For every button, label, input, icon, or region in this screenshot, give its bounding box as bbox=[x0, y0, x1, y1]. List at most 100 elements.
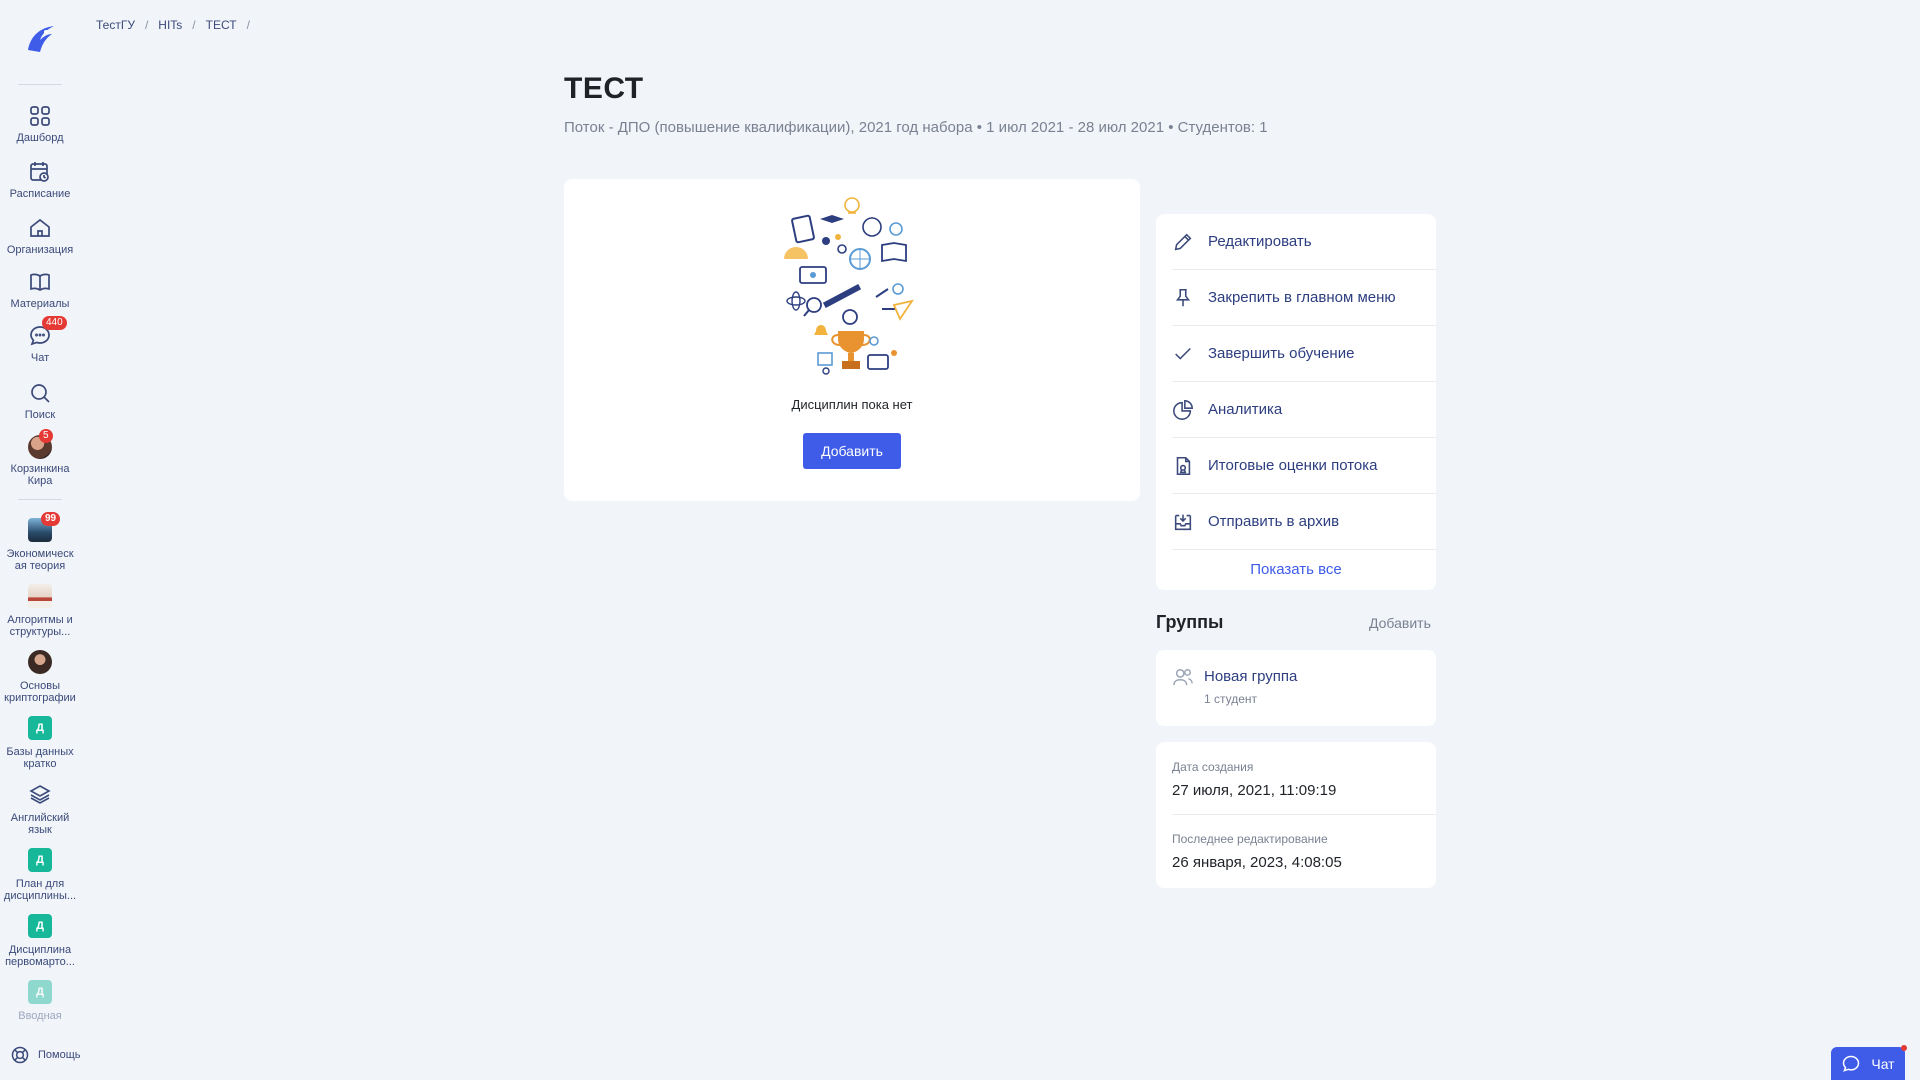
course-label-line1: План для bbox=[15, 878, 65, 890]
course-thumbnail bbox=[28, 650, 52, 674]
course-label-line2: первомарто... bbox=[5, 956, 75, 968]
calendar-clock-icon bbox=[28, 160, 52, 184]
course-label-line1: Вводная bbox=[18, 1010, 62, 1022]
action-pin[interactable]: Закрепить в главном меню bbox=[1172, 270, 1436, 326]
nav-search[interactable]: Поиск bbox=[0, 381, 80, 421]
archive-icon bbox=[1174, 514, 1192, 530]
action-label: Аналитика bbox=[1208, 401, 1283, 418]
course-intro[interactable]: Д Вводная bbox=[0, 980, 80, 1022]
user-name-line2: Кира bbox=[27, 475, 53, 487]
user-name-line1: Корзинкина bbox=[10, 463, 70, 475]
course-label-line1: Алгоритмы и bbox=[7, 614, 73, 626]
nav-schedule[interactable]: Расписание bbox=[0, 160, 80, 200]
course-discipline-plan[interactable]: Д План для дисциплины... bbox=[0, 848, 80, 902]
lifebuoy-icon bbox=[11, 1046, 29, 1064]
course-label-line1: Базы данных bbox=[6, 746, 74, 758]
help-link[interactable]: Помощь bbox=[10, 1045, 81, 1065]
action-analytics[interactable]: Аналитика bbox=[1172, 382, 1436, 438]
nav-label: Чат bbox=[30, 352, 50, 364]
course-label-line2: кратко bbox=[23, 758, 57, 770]
nav-materials[interactable]: Материалы bbox=[0, 270, 80, 310]
layers-icon bbox=[28, 782, 52, 806]
course-thumbnail-letter: Д bbox=[28, 716, 52, 740]
stream-details: Поток - ДПО (повышение квалификации), 20… bbox=[564, 119, 1268, 136]
course-thumbnail-letter: Д bbox=[28, 980, 52, 1004]
nav-dashboard[interactable]: Дашборд bbox=[0, 104, 80, 144]
sidebar: Дашборд Расписание Организация Материалы… bbox=[0, 0, 81, 1080]
course-unread-badge: 99 bbox=[41, 512, 61, 526]
course-label-line2: дисциплины... bbox=[3, 890, 77, 902]
course-label-line2: структуры... bbox=[9, 626, 71, 638]
check-icon bbox=[1175, 347, 1191, 360]
course-databases[interactable]: Д Базы данных кратко bbox=[0, 716, 80, 770]
action-finish-training[interactable]: Завершить обучение bbox=[1172, 326, 1436, 382]
chat-widget-label: Чат bbox=[1871, 1055, 1895, 1072]
course-label-line1: Экономическ bbox=[6, 548, 74, 560]
breadcrumb-item[interactable]: ТестГУ bbox=[96, 18, 135, 32]
course-label-line1: Основы bbox=[20, 680, 60, 692]
info-divider bbox=[1172, 814, 1436, 815]
show-all-link[interactable]: Показать все bbox=[1156, 550, 1436, 590]
course-thumbnail-letter: Д bbox=[28, 848, 52, 872]
search-icon bbox=[28, 381, 52, 405]
course-label-line2: язык bbox=[28, 824, 52, 836]
breadcrumb-separator: / bbox=[246, 18, 250, 32]
course-cryptography[interactable]: Основы криптографии bbox=[0, 650, 80, 704]
group-student-count: 1 студент bbox=[1204, 692, 1258, 706]
empty-disciplines-message: Дисциплин пока нет bbox=[791, 397, 913, 412]
action-label: Завершить обучение bbox=[1208, 345, 1355, 362]
add-group-link[interactable]: Добавить bbox=[1369, 615, 1431, 631]
help-label: Помощь bbox=[38, 1049, 81, 1061]
education-illustration bbox=[782, 193, 922, 377]
action-edit[interactable]: Редактировать bbox=[1172, 214, 1436, 270]
course-english[interactable]: Английский язык bbox=[0, 782, 80, 836]
group-name[interactable]: Новая группа bbox=[1204, 668, 1297, 685]
stream-info-card: Дата создания 27 июля, 2021, 11:09:19 По… bbox=[1156, 742, 1436, 888]
course-algorithms[interactable]: Алгоритмы и структуры... bbox=[0, 584, 80, 638]
nav-chat[interactable]: 440 Чат bbox=[0, 316, 80, 364]
breadcrumb-separator: / bbox=[144, 18, 149, 32]
nav-label: Организация bbox=[6, 244, 74, 256]
action-final-grades[interactable]: Итоговые оценки потока bbox=[1172, 438, 1436, 494]
course-label-line2: криптографии bbox=[4, 692, 76, 704]
sidebar-divider bbox=[18, 499, 62, 500]
breadcrumb-item[interactable]: HITs bbox=[158, 18, 182, 32]
add-discipline-button[interactable]: Добавить bbox=[803, 433, 901, 469]
nav-label: Материалы bbox=[10, 298, 70, 310]
chat-icon bbox=[1843, 1055, 1860, 1072]
nav-user-profile[interactable]: 5 Корзинкина Кира bbox=[0, 429, 80, 487]
breadcrumb: ТестГУ / HITs / ТЕСТ / bbox=[96, 18, 250, 32]
chat-icon: 440 bbox=[28, 316, 67, 348]
breadcrumb-separator: / bbox=[192, 18, 196, 32]
course-label-line1: Дисциплина bbox=[8, 944, 72, 956]
sidebar-divider bbox=[18, 84, 62, 85]
edited-date: Последнее редактирование 26 января, 2023… bbox=[1172, 832, 1436, 871]
course-label-line2: ая теория bbox=[14, 560, 66, 572]
nav-organization[interactable]: Организация bbox=[0, 216, 80, 256]
nav-label: Поиск bbox=[24, 409, 56, 421]
course-first-march[interactable]: Д Дисциплина первомарто... bbox=[0, 914, 80, 968]
course-thumbnail-letter: Д bbox=[28, 914, 52, 938]
group-card[interactable]: Новая группа 1 студент bbox=[1156, 650, 1436, 726]
pencil-icon bbox=[1174, 233, 1192, 250]
page-title: ТЕСТ bbox=[564, 72, 644, 105]
grade-document-icon bbox=[1176, 456, 1191, 475]
user-notification-badge: 5 bbox=[39, 429, 53, 443]
disciplines-card: Дисциплин пока нет Добавить bbox=[564, 179, 1140, 501]
course-thumbnail: 99 bbox=[28, 512, 61, 542]
course-economics[interactable]: 99 Экономическ ая теория bbox=[0, 512, 80, 572]
created-date: Дата создания 27 июля, 2021, 11:09:19 bbox=[1172, 760, 1436, 799]
nav-label: Расписание bbox=[9, 188, 71, 200]
edited-value: 26 января, 2023, 4:08:05 bbox=[1172, 854, 1342, 871]
university-logo-icon[interactable] bbox=[20, 18, 60, 58]
nav-label: Дашборд bbox=[16, 132, 64, 144]
course-label-line1: Английский bbox=[10, 812, 70, 824]
chat-widget-button[interactable]: Чат bbox=[1831, 1045, 1907, 1080]
action-archive[interactable]: Отправить в архив bbox=[1172, 494, 1436, 550]
action-label: Отправить в архив bbox=[1208, 513, 1340, 530]
actions-panel: Редактировать Закрепить в главном меню З… bbox=[1156, 214, 1436, 590]
action-label: Итоговые оценки потока bbox=[1208, 457, 1378, 474]
avatar: 5 bbox=[28, 429, 53, 459]
home-icon bbox=[28, 216, 52, 240]
breadcrumb-item[interactable]: ТЕСТ bbox=[206, 18, 237, 32]
